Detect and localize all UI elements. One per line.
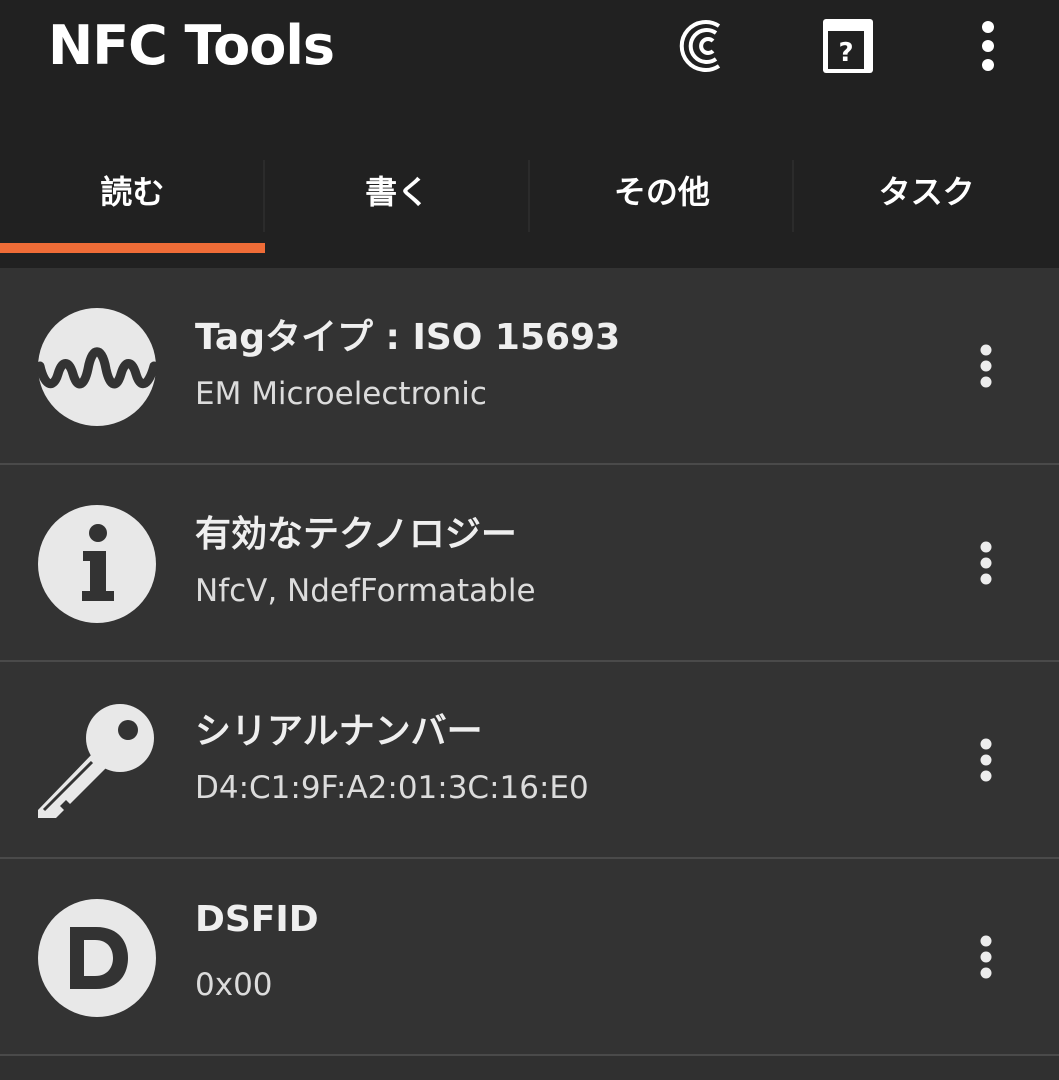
key-icon — [38, 704, 154, 818]
tag-info-list: Tagタイプ : ISO 15693 EM Microelectronic 有効… — [0, 268, 1059, 1056]
help-book-icon[interactable]: ? — [816, 14, 880, 78]
tab-label: タスク — [878, 173, 975, 211]
tab-write[interactable]: 書く — [265, 136, 530, 254]
more-vert-icon[interactable] — [962, 342, 1010, 390]
row-title: Tagタイプ : ISO 15693 — [195, 317, 621, 358]
row-subtitle: D4:C1:9F:A2:01:3C:16:E0 — [195, 770, 589, 806]
more-vert-icon[interactable] — [962, 736, 1010, 784]
row-title: シリアルナンバー — [195, 711, 483, 752]
info-icon — [38, 505, 156, 623]
svg-text:?: ? — [838, 38, 853, 68]
tab-label: 書く — [365, 173, 430, 211]
app-bar: NFC Tools ? 読む 書く その他 タスク — [0, 0, 1059, 268]
tab-label: 読む — [100, 173, 165, 211]
coin-c-icon[interactable] — [672, 14, 736, 78]
row-title: DSFID — [195, 899, 319, 940]
list-item-technologies[interactable]: 有効なテクノロジー NfcV, NdefFormatable — [0, 465, 1059, 662]
row-subtitle: 0x00 — [195, 967, 273, 1003]
list-item-dsfid[interactable]: DSFID 0x00 — [0, 859, 1059, 1056]
selected-tab-indicator — [0, 243, 265, 253]
list-item-tag-type[interactable]: Tagタイプ : ISO 15693 EM Microelectronic — [0, 268, 1059, 465]
row-subtitle: NfcV, NdefFormatable — [195, 573, 536, 609]
waveform-icon — [36, 308, 158, 426]
tab-tasks[interactable]: タスク — [794, 136, 1059, 254]
more-vert-icon[interactable] — [962, 933, 1010, 981]
tab-label: その他 — [613, 173, 710, 211]
row-subtitle: EM Microelectronic — [195, 376, 487, 412]
more-vert-icon[interactable] — [956, 14, 1020, 78]
tab-other[interactable]: その他 — [530, 136, 795, 254]
app-title: NFC Tools — [48, 14, 335, 77]
list-item-serial-number[interactable]: シリアルナンバー D4:C1:9F:A2:01:3C:16:E0 — [0, 662, 1059, 859]
tab-bar: 読む 書く その他 タスク — [0, 136, 1059, 254]
row-title: 有効なテクノロジー — [195, 514, 517, 555]
tab-read[interactable]: 読む — [0, 136, 265, 254]
d-letter-icon — [38, 899, 156, 1017]
more-vert-icon[interactable] — [962, 539, 1010, 587]
